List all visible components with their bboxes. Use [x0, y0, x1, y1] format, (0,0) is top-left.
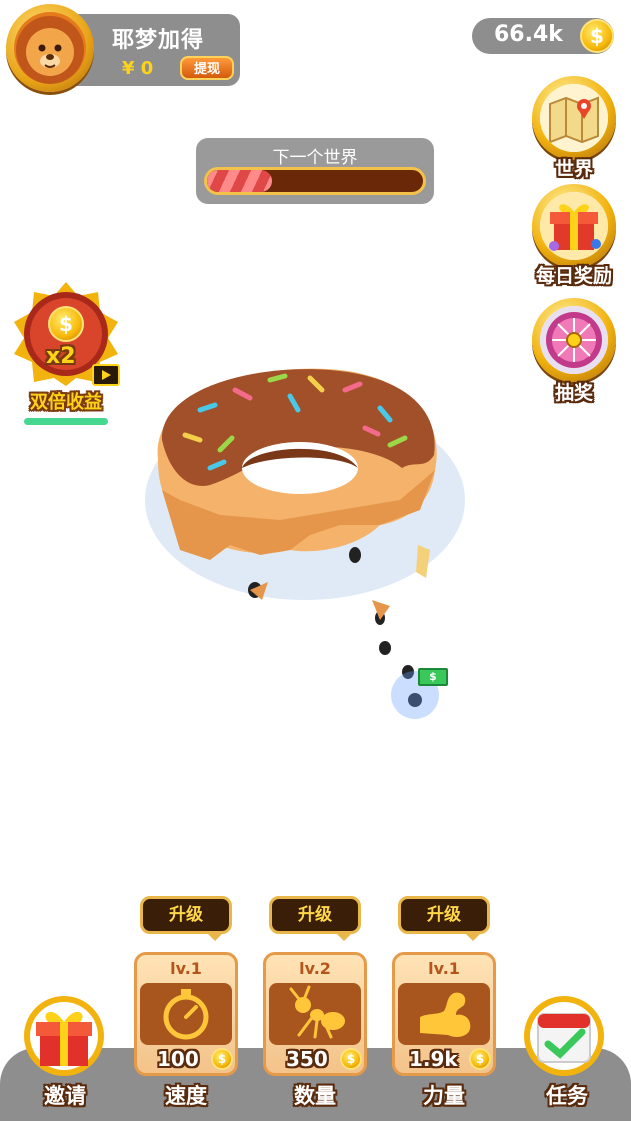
speed-cost: 100 — [157, 1047, 199, 1071]
stopwatch-icon — [140, 983, 232, 1045]
power-label: 力量 — [423, 1084, 465, 1108]
flexed-arm-icon — [398, 983, 490, 1045]
daily-reward-label: 每日奖励 — [535, 265, 612, 287]
double-income-coin-icon: $ — [48, 306, 84, 342]
invite-button[interactable] — [18, 992, 110, 1076]
next-world-progress-bar — [204, 167, 426, 195]
upgrade-count-pointer — [336, 933, 352, 941]
video-icon — [92, 364, 120, 386]
invite-label: 邀请 — [44, 1084, 86, 1108]
count-cost-coin-symbol: $ — [346, 1052, 356, 1066]
count-upgrade-card[interactable]: lv.2 350 $ — [263, 952, 367, 1076]
next-world-progress-fill — [207, 170, 272, 192]
count-cost: 350 — [286, 1047, 328, 1071]
map-icon — [540, 84, 608, 152]
upgrade-power-pointer — [465, 933, 481, 941]
cash-pickup-symbol: $ — [429, 670, 437, 683]
world-button[interactable] — [532, 76, 616, 160]
lottery-button[interactable] — [532, 298, 616, 382]
speed-upgrade-card[interactable]: lv.1 100 $ — [134, 952, 238, 1076]
world-label: 世界 — [554, 158, 593, 180]
double-income-label: 双倍收益 — [30, 392, 102, 413]
count-level: lv.2 — [299, 959, 331, 978]
next-world-title: 下一个世界 — [272, 148, 358, 168]
coin-icon: $ — [580, 19, 614, 53]
upgrade-speed-button[interactable]: 升级 — [140, 896, 232, 934]
prize-wheel-icon — [540, 306, 608, 374]
double-income-multiplier: x2 — [46, 344, 76, 369]
power-cost: 1.9k — [409, 1047, 458, 1071]
ant-icon — [269, 983, 361, 1045]
cash-balance: ¥ 0 — [122, 58, 154, 79]
double-income-timer-bar — [24, 418, 108, 425]
coin-amount: 66.4k — [494, 22, 563, 47]
speed-cost-coin-symbol: $ — [217, 1052, 227, 1066]
speed-level: lv.1 — [170, 959, 202, 978]
tasks-button[interactable] — [518, 992, 610, 1076]
cash-pickup-icon: $ — [418, 668, 448, 686]
calendar-check-icon — [524, 996, 604, 1076]
withdraw-button[interactable]: 提现 — [180, 56, 234, 80]
count-label: 数量 — [294, 1084, 336, 1108]
coin-symbol: $ — [590, 24, 604, 48]
power-level: lv.1 — [428, 959, 460, 978]
speed-label: 速度 — [165, 1084, 207, 1108]
username: 耶梦加得 — [112, 28, 205, 53]
tasks-label: 任务 — [546, 1084, 588, 1108]
upgrade-power-button[interactable]: 升级 — [398, 896, 490, 934]
power-upgrade-card[interactable]: lv.1 1.9k $ — [392, 952, 496, 1076]
upgrade-speed-pointer — [207, 933, 223, 941]
double-income-coin-symbol: $ — [59, 312, 73, 336]
lottery-label: 抽奖 — [554, 382, 593, 404]
avatar[interactable] — [6, 4, 94, 92]
power-cost-coin-symbol: $ — [475, 1052, 485, 1066]
upgrade-count-button[interactable]: 升级 — [269, 896, 361, 934]
lion-avatar-icon — [14, 12, 86, 84]
red-gift-icon — [24, 996, 104, 1076]
count-cost-coin-icon: $ — [340, 1048, 362, 1070]
daily-reward-button[interactable] — [532, 184, 616, 268]
power-cost-coin-icon: $ — [469, 1048, 491, 1070]
gift-box-icon — [540, 192, 608, 260]
speed-cost-coin-icon: $ — [211, 1048, 233, 1070]
